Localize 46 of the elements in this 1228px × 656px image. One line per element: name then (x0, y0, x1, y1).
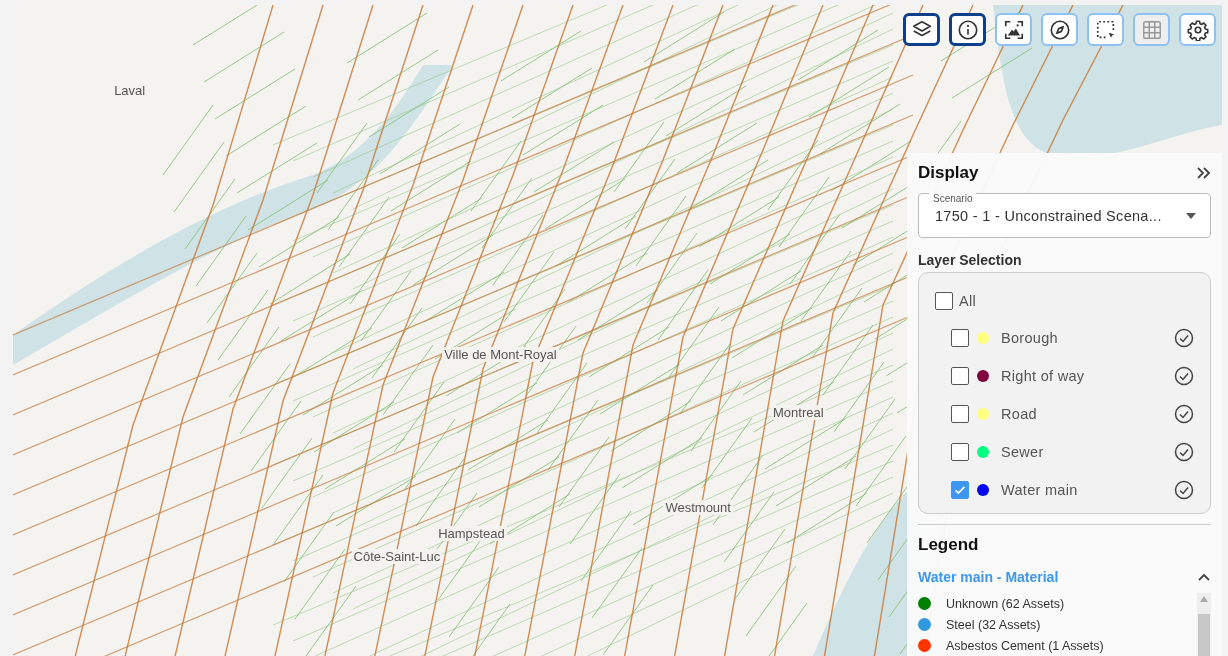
grid-icon (1140, 18, 1163, 41)
caret-icon (1186, 212, 1196, 219)
checkbox[interactable] (951, 481, 969, 499)
place-label: Montreal (771, 405, 826, 421)
layer-label: Road (1001, 406, 1038, 422)
toolbar-button[interactable] (949, 13, 986, 46)
toolbar-button[interactable] (995, 13, 1032, 46)
checkbox[interactable] (935, 292, 953, 310)
collapse-icon[interactable] (1195, 165, 1211, 181)
section-title: Layer Selection (918, 252, 1023, 268)
place-label: Ville de Mont-Royal (442, 346, 559, 362)
info-icon (956, 18, 979, 41)
checkbox[interactable] (951, 405, 969, 423)
checkbox[interactable] (951, 443, 969, 461)
image-frame-icon (1002, 18, 1025, 41)
layer-label: Right of way (1001, 368, 1086, 384)
legend-label: Unknown (62 Assets) (946, 596, 1065, 611)
layer-label: Water main (1001, 482, 1079, 498)
toolbar-button[interactable] (1041, 13, 1078, 46)
place-label: Hampstead (436, 525, 507, 541)
legend-label: Steel (32 Assets) (946, 617, 1041, 632)
field-label: Scenario (929, 193, 977, 204)
check-circle-icon[interactable] (1174, 404, 1194, 424)
layer-label: Borough (1001, 330, 1059, 346)
place-label: Côte-Saint-Luc (351, 548, 443, 564)
layer-label: All (959, 293, 977, 309)
check-circle-icon[interactable] (1174, 442, 1194, 462)
panel-title: Display (918, 163, 979, 183)
toolbar-button[interactable] (1179, 13, 1216, 46)
toolbar-button[interactable] (903, 13, 940, 46)
selection-icon (1094, 18, 1117, 41)
chevron-icon[interactable] (1197, 572, 1211, 582)
scrollbar[interactable] (1197, 593, 1211, 656)
layer-label: Sewer (1001, 444, 1045, 460)
toolbar-button[interactable] (1087, 13, 1124, 46)
check-circle-icon[interactable] (1174, 328, 1194, 348)
legend-label: Asbestos Cement (1 Assets) (946, 638, 1104, 653)
settings-icon (1186, 18, 1209, 41)
compass-icon (1048, 18, 1071, 41)
checkbox[interactable] (951, 329, 969, 347)
checkbox[interactable] (951, 367, 969, 385)
place-label: Westmount (663, 499, 733, 515)
check-circle-icon[interactable] (1174, 480, 1194, 500)
check-circle-icon[interactable] (1174, 366, 1194, 386)
scenario-dropdown[interactable]: Scenario 1750 - 1 - Unconstrained Scena... (918, 193, 1211, 238)
legend-title: Legend (918, 535, 980, 555)
